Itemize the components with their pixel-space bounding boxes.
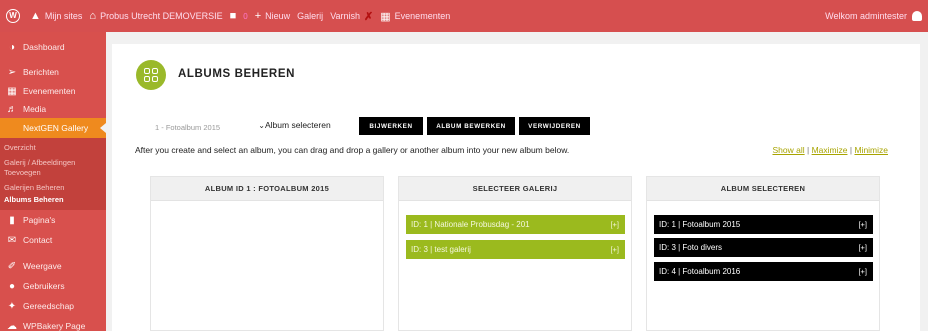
- bakery-icon: ☁: [7, 320, 17, 331]
- site-name-link[interactable]: ⌂ Probus Utrecht DEMOVERSIE: [89, 10, 222, 22]
- album-column-title: ALBUM ID 1 : FOTOALBUM 2015: [151, 177, 383, 201]
- my-sites-link[interactable]: ▲ Mijn sites: [30, 10, 82, 22]
- add-gallery-button[interactable]: [+]: [610, 220, 619, 229]
- album-column: ALBUM ID 1 : FOTOALBUM 2015: [150, 176, 384, 331]
- wordpress-logo-icon[interactable]: W: [6, 9, 20, 23]
- add-gallery-button[interactable]: [+]: [610, 245, 619, 254]
- avatar: [912, 11, 922, 21]
- album-item[interactable]: ID: 4 | Fotoalbum 2016 [+]: [654, 262, 873, 281]
- view-links: Show all | Maximize | Minimize: [772, 145, 888, 155]
- gallery-item[interactable]: ID: 3 | test galerij [+]: [406, 240, 625, 259]
- show-all-link[interactable]: Show all: [772, 145, 804, 155]
- delete-button[interactable]: VERWIJDEREN: [519, 117, 590, 135]
- add-album-button[interactable]: [+]: [858, 243, 867, 252]
- add-album-button[interactable]: [+]: [858, 267, 867, 276]
- minimize-link[interactable]: Minimize: [854, 145, 888, 155]
- sidebar-item-nextgen-gallery[interactable]: NextGEN Gallery: [0, 118, 106, 138]
- comments-link[interactable]: ■ 0: [230, 10, 248, 22]
- gallery-link[interactable]: Galerij: [297, 11, 323, 21]
- submenu-overzicht[interactable]: Overzicht: [0, 142, 106, 154]
- mail-icon: ✉: [7, 234, 17, 246]
- submenu-albums-beheren[interactable]: Albums Beheren: [0, 194, 106, 206]
- sidebar-item-weergave[interactable]: ✐ Weergave: [0, 256, 106, 276]
- sidebar-item-contact[interactable]: ✉ Contact: [0, 230, 106, 250]
- media-icon: ♬: [7, 103, 17, 115]
- add-album-button[interactable]: [+]: [858, 220, 867, 229]
- brush-icon: ✐: [7, 260, 17, 272]
- albums-panel: ALBUMS BEHEREN 1 - Fotoalbum 2015 ⌄ Albu…: [112, 44, 920, 331]
- sidebar-item-wpbakery[interactable]: ☁ WPBakery Page: [0, 316, 106, 331]
- album-select-label: Album selecteren: [265, 120, 331, 130]
- nextgen-submenu: Overzicht Galerij / Afbeeldingen Toevoeg…: [0, 138, 106, 210]
- nextgen-logo-icon: [136, 60, 166, 90]
- help-text: After you create and select an album, yo…: [135, 145, 570, 155]
- sidebar-item-media[interactable]: ♬ Media: [0, 100, 106, 118]
- page-title: ALBUMS BEHEREN: [178, 68, 296, 80]
- user-icon: ●: [8, 280, 16, 292]
- sites-icon: ▲: [30, 10, 41, 22]
- calendar-icon: ▦: [380, 10, 391, 23]
- wrench-icon: ✦: [7, 300, 17, 312]
- sidebar-item-gebruikers[interactable]: ● Gebruikers: [0, 276, 106, 296]
- album-item[interactable]: ID: 3 | Foto divers [+]: [654, 238, 873, 257]
- admin-sidebar: ◑ Dashboard ➢ Berichten ▦ Evenementen ♬ Medi…: [0, 32, 106, 331]
- admin-bar: W ▲ Mijn sites ⌂ Probus Utrecht DEMOVERSIE…: [0, 0, 928, 32]
- gallery-item[interactable]: ID: 1 | Nationale Probusdag - 201 [+]: [406, 215, 625, 234]
- sidebar-item-berichten[interactable]: ➢ Berichten: [0, 62, 106, 82]
- gallery-column: SELECTEER GALERIJ ID: 1 | Nationale Prob…: [398, 176, 632, 331]
- album-item[interactable]: ID: 1 | Fotoalbum 2015 [+]: [654, 215, 873, 234]
- events-link[interactable]: ▦ Evenementen: [380, 10, 450, 23]
- sidebar-item-evenementen[interactable]: ▦ Evenementen: [0, 82, 106, 100]
- account-menu[interactable]: Welkom admintester: [825, 0, 922, 32]
- album-select[interactable]: 1 - Fotoalbum 2015 ⌄: [152, 118, 270, 136]
- sidebar-item-dashboard[interactable]: ◑ Dashboard: [0, 37, 106, 57]
- gallery-column-title: SELECTEER GALERIJ: [399, 177, 631, 201]
- sidebar-item-paginas[interactable]: ▮ Pagina's: [0, 210, 106, 230]
- new-link[interactable]: + Nieuw: [255, 10, 290, 22]
- chevron-down-icon: ⌄: [258, 121, 265, 130]
- dashboard-icon: ◑: [8, 41, 16, 53]
- sidebar-item-gereedschap[interactable]: ✦ Gereedschap: [0, 296, 106, 316]
- plus-icon: +: [254, 10, 262, 22]
- maximize-link[interactable]: Maximize: [812, 145, 848, 155]
- home-icon: ⌂: [89, 10, 97, 22]
- update-button[interactable]: BIJWERKEN: [359, 117, 423, 135]
- submenu-galerijen-beheren[interactable]: Galerijen Beheren: [0, 182, 106, 194]
- album-select-value: 1 - Fotoalbum 2015: [155, 122, 221, 132]
- comment-icon: ■: [229, 10, 237, 22]
- calendar-icon: ▦: [7, 85, 17, 97]
- varnish-link[interactable]: Varnish ✗: [330, 10, 373, 23]
- submenu-galerij-toevoegen[interactable]: Galerij / Afbeeldingen Toevoegen: [0, 157, 106, 179]
- edit-album-button[interactable]: ALBUM BEWERKEN: [427, 117, 515, 135]
- varnish-status-icon: ✗: [364, 10, 374, 23]
- albums-column-title: ALBUM SELECTEREN: [647, 177, 879, 201]
- pin-icon: ➢: [7, 66, 17, 78]
- albums-column: ALBUM SELECTEREN ID: 1 | Fotoalbum 2015 …: [646, 176, 880, 331]
- page-icon: ▮: [9, 214, 15, 226]
